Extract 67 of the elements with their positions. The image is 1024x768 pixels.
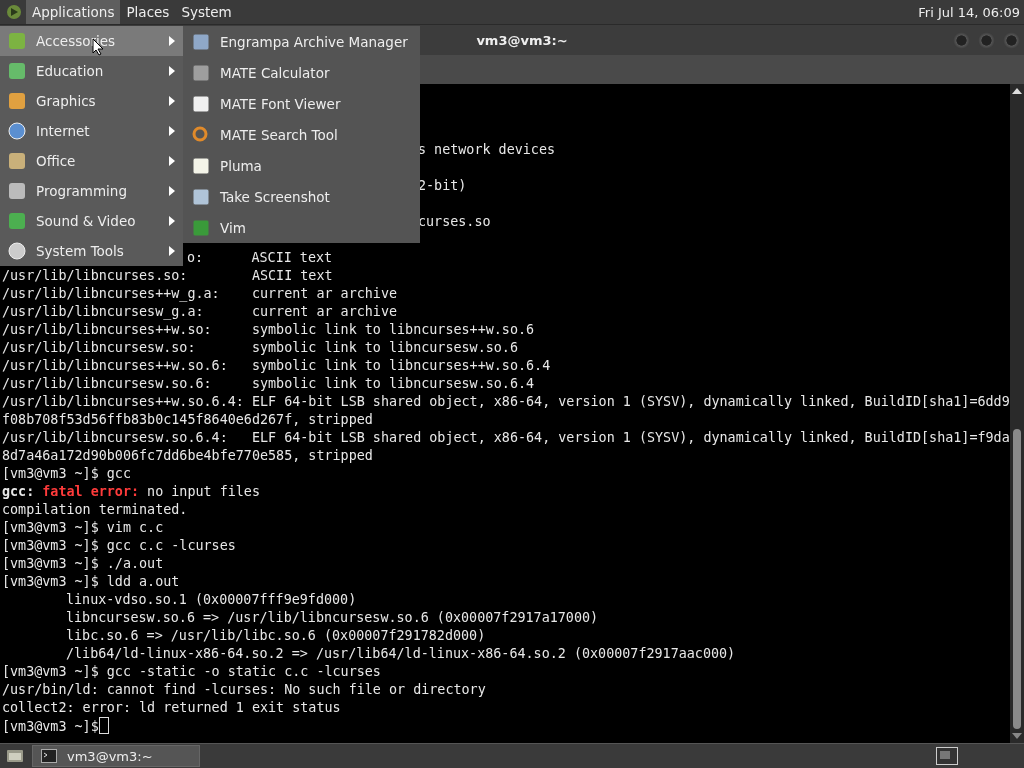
terminal-line: /usr/lib/libncurses.so: ASCII text xyxy=(2,268,333,283)
menu-item[interactable]: Vim xyxy=(183,212,420,243)
text-cursor xyxy=(98,717,109,734)
clock[interactable]: Fri Jul 14, 06:09 xyxy=(914,4,1024,20)
submenu-arrow-icon xyxy=(169,216,175,226)
terminal-line: [vm3@vm3 ~]$ gcc xyxy=(2,466,131,481)
menu-item[interactable]: System Tools xyxy=(0,236,183,266)
terminal-line: /usr/lib/libncursesw.so.6: symbolic link to libncursesw.so.6.4 xyxy=(2,376,535,391)
window-title: vm3@vm3:~ xyxy=(476,32,568,48)
menu-item[interactable]: Engrampa Archive Manager xyxy=(183,26,420,57)
menu-item[interactable]: Take Screenshot xyxy=(183,181,420,212)
terminal-line: [vm3@vm3 ~]$ ldd a.out xyxy=(2,574,180,589)
terminal-line: collect2: error: ld returned 1 exit status xyxy=(2,700,341,715)
terminal-line: /usr/lib/libncursesw_g.a: current ar archive xyxy=(2,304,398,319)
menu-item[interactable]: Pluma xyxy=(183,150,420,181)
panel-menu[interactable]: Applications xyxy=(26,0,121,24)
terminal-line: [vm3@vm3 ~]$ vim c.c xyxy=(2,520,164,535)
terminal-icon xyxy=(41,749,57,763)
menu-item[interactable]: Accessories xyxy=(0,26,183,56)
workspace-icon[interactable] xyxy=(936,747,958,765)
taskbar-button[interactable]: vm3@vm3:~ xyxy=(32,745,200,767)
terminal-line: /usr/lib/libncurses++w.so.6.4: ELF 64-bit LSB shared object, x86-64, version 1 (SYSV), dynamically linked, BuildID[sha1]=6dd9 xyxy=(2,394,1010,409)
menu-item[interactable]: Graphics xyxy=(0,86,183,116)
terminal-line: [vm3@vm3 ~]$ ./a.out xyxy=(2,556,164,571)
scroll-thumb[interactable] xyxy=(1013,429,1021,729)
menu-item[interactable]: Programming xyxy=(0,176,183,206)
submenu-arrow-icon xyxy=(169,186,175,196)
submenu-arrow-icon xyxy=(169,246,175,256)
menu-item[interactable]: MATE Search Tool xyxy=(183,119,420,150)
terminal-line: [vm3@vm3 ~]$ xyxy=(2,719,99,734)
submenu-arrow-icon xyxy=(169,126,175,136)
panel-menu[interactable]: Places xyxy=(120,0,176,24)
terminal-line: /usr/lib/libncurses++w.so.6: symbolic link to libncurses++w.so.6.4 xyxy=(2,358,551,373)
terminal-line: libncursesw.so.6 => /usr/lib/libncursesw.so.6 (0x00007f2917a17000) xyxy=(66,610,599,625)
terminal-line: curses.so xyxy=(418,214,491,229)
terminal-line: o: ASCII text xyxy=(187,250,333,265)
terminal-line: /usr/lib/libncurses++w_g.a: current ar archive xyxy=(2,286,398,301)
menu-item[interactable]: MATE Font Viewer xyxy=(183,88,420,119)
menu-item[interactable]: Office xyxy=(0,146,183,176)
terminal-line: [vm3@vm3 ~]$ gcc -static -o static c.c -lcurses xyxy=(2,664,381,679)
submenu-arrow-icon xyxy=(169,96,175,106)
submenu-arrow-icon xyxy=(169,156,175,166)
terminal-line: f08b708f53d56ffb83b0c145f8640e6d267f, stripped xyxy=(2,412,373,427)
terminal-line: /lib64/ld-linux-x86-64.so.2 => /usr/lib64/ld-linux-x86-64.so.2 (0x00007f2917aac000) xyxy=(66,646,736,661)
scroll-down-icon[interactable] xyxy=(1012,733,1022,739)
terminal-line: compilation terminated. xyxy=(2,502,188,517)
scroll-up-icon[interactable] xyxy=(1012,88,1022,94)
logo-icon[interactable] xyxy=(6,4,22,20)
terminal-line: 8d7a46a172d90b006fc7dd6be4bfe770e585, stripped xyxy=(2,448,373,463)
terminal-line: /usr/lib/libncurses++w.so: symbolic link to libncurses++w.so.6 xyxy=(2,322,535,337)
panel-menu[interactable]: System xyxy=(175,0,238,24)
terminal-line: gcc: fatal error: no input files xyxy=(2,484,260,499)
terminal-line: [vm3@vm3 ~]$ gcc c.c -lcurses xyxy=(2,538,236,553)
submenu-arrow-icon xyxy=(169,36,175,46)
terminal-line: linux-vdso.so.1 (0x00007fff9e9fd000) xyxy=(66,592,357,607)
show-desktop-icon[interactable] xyxy=(6,748,24,764)
menu-item[interactable]: MATE Calculator xyxy=(183,57,420,88)
menu-item[interactable]: Sound & Video xyxy=(0,206,183,236)
terminal-line: 2-bit) xyxy=(418,178,467,193)
menu-item[interactable]: Education xyxy=(0,56,183,86)
terminal-line: /usr/bin/ld: cannot find -lcurses: No such file or directory xyxy=(2,682,486,697)
menu-item[interactable]: Internet xyxy=(0,116,183,146)
submenu-arrow-icon xyxy=(169,66,175,76)
terminal-line: libc.so.6 => /usr/lib/libc.so.6 (0x00007f291782d000) xyxy=(66,628,486,643)
scrollbar[interactable] xyxy=(1010,84,1024,743)
terminal-line: /usr/lib/libncursesw.so.6.4: ELF 64-bit LSB shared object, x86-64, version 1 (SYSV), dynamically linked, BuildID[sha1]=f9da xyxy=(2,430,1010,445)
terminal-line: /usr/lib/libncursesw.so: symbolic link to libncursesw.so.6 xyxy=(2,340,518,355)
